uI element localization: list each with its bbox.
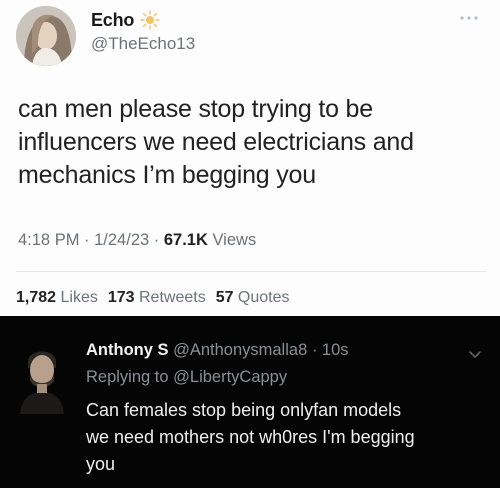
sun-icon <box>140 10 160 30</box>
replying-prefix: Replying to <box>86 368 174 386</box>
reply-text-line: we need mothers not wh0res I'm begging <box>86 427 415 447</box>
tweet-text-line: can men please stop trying to be <box>18 95 373 123</box>
reply-text: Can females stop being onlyfan models we… <box>86 397 491 478</box>
views-label: Views <box>207 231 257 249</box>
more-horizontal-icon[interactable] <box>458 10 480 20</box>
retweets-label: Retweets <box>134 289 206 306</box>
tweet-text: can men please stop trying to be influen… <box>18 93 488 192</box>
tweet-text-line: mechanics I’m begging you <box>18 161 316 189</box>
retweets-stat[interactable]: 173 Retweets <box>108 289 206 306</box>
reply-header: Anthony S @Anthonysmalla8 · 10s <box>86 341 349 360</box>
replying-to: Replying to @LibertyCappy <box>86 368 287 387</box>
quotes-count: 57 <box>215 289 234 306</box>
reply-text-line: you <box>86 454 116 474</box>
tweet-text-line: influencers we need electricians and <box>18 128 414 156</box>
author-display-name[interactable]: Echo <box>91 10 134 31</box>
separator: · <box>79 231 95 249</box>
chevron-down-icon[interactable] <box>468 346 482 358</box>
likes-label: Likes <box>56 289 98 306</box>
quotes-stat[interactable]: 57 Quotes <box>216 289 290 306</box>
reply-avatar[interactable] <box>18 342 66 414</box>
quotes-label: Quotes <box>233 289 290 306</box>
reply-tweet: Anthony S @Anthonysmalla8 · 10s Replying… <box>0 316 500 488</box>
replying-to-handle[interactable]: @LibertyCappy <box>173 368 287 386</box>
retweets-count: 173 <box>107 289 135 306</box>
divider <box>16 271 486 272</box>
separator: · <box>307 341 322 359</box>
original-tweet: Echo @TheEcho13 can men please stop tryi… <box>0 0 500 316</box>
tweet-date[interactable]: 1/24/23 <box>94 231 149 249</box>
reply-text-line: Can females stop being onlyfan models <box>86 400 402 420</box>
separator: · <box>149 231 164 249</box>
likes-count: 1,782 <box>16 289 57 306</box>
reply-display-name[interactable]: Anthony S <box>86 341 169 359</box>
likes-stat[interactable]: 1,782 Likes <box>16 289 98 306</box>
reply-handle[interactable]: @Anthonysmalla8 <box>173 341 307 359</box>
avatar[interactable] <box>16 6 76 66</box>
tweet-stats: 1,782 Likes 173 Retweets 57 Quotes <box>16 289 290 307</box>
views-count: 67.1K <box>163 231 208 249</box>
tweet-time[interactable]: 4:18 PM <box>18 231 79 249</box>
author-handle[interactable]: @TheEcho13 <box>91 34 195 54</box>
tweet-meta: 4:18 PM · 1/24/23 · 67.1K Views <box>18 231 256 250</box>
reply-time[interactable]: 10s <box>322 341 349 359</box>
author-name-row: Echo <box>91 8 160 32</box>
